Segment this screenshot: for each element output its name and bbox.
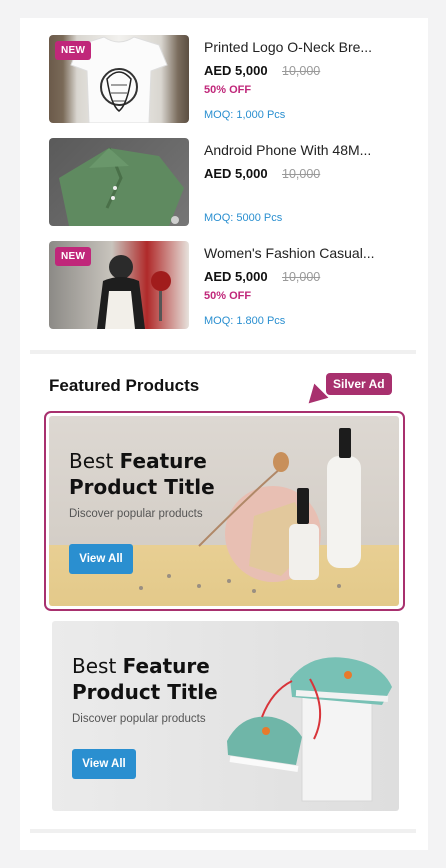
- product-old-price: 10,000: [282, 167, 321, 181]
- moq-label: MOQ: 5000 Pcs: [204, 212, 283, 224]
- section-divider: [30, 829, 416, 833]
- product-price: AED 5,000: [204, 63, 268, 78]
- view-all-button[interactable]: View All: [69, 544, 133, 574]
- product-image-woman[interactable]: NEW: [49, 241, 189, 329]
- product-old-price: 10,000: [282, 270, 321, 284]
- polo-graphic: [59, 147, 184, 226]
- new-badge: NEW: [55, 247, 92, 266]
- new-badge: NEW: [55, 41, 92, 60]
- product-price: AED 5,000: [204, 269, 268, 284]
- product-title[interactable]: Printed Logo O-Neck Bre...: [204, 39, 399, 55]
- product-item[interactable]: NEW Printed Logo O-Neck Bre... AED 5,000…: [49, 35, 399, 125]
- view-all-button[interactable]: View All: [72, 749, 136, 779]
- product-old-price: 10,000: [282, 64, 321, 78]
- banner-title-line2: Product Title: [72, 680, 218, 704]
- silver-ad-badge: Silver Ad: [326, 373, 392, 395]
- product-image-tshirt[interactable]: NEW: [49, 35, 189, 123]
- section-divider: [30, 350, 416, 354]
- banner-title: Best Feature: [72, 654, 210, 678]
- product-image-polo[interactable]: [49, 138, 189, 226]
- moq-label: MOQ: 1.800 Pcs: [204, 315, 286, 327]
- product-item[interactable]: Android Phone With 48M... AED 5,000 10,0…: [49, 138, 399, 228]
- moq-label: MOQ: 1,000 Pcs: [204, 109, 286, 121]
- product-title[interactable]: Android Phone With 48M...: [204, 142, 399, 158]
- product-item[interactable]: NEW Women's Fashion Casual... AED 5,000 …: [49, 241, 399, 331]
- discount-label: 50% OFF: [204, 290, 252, 302]
- discount-label: 50% OFF: [204, 84, 252, 96]
- banner-subtitle: Discover popular products: [69, 508, 203, 520]
- section-title: Featured Products: [49, 376, 200, 395]
- product-price: AED 5,000: [204, 166, 268, 181]
- product-title[interactable]: Women's Fashion Casual...: [204, 245, 399, 261]
- featured-banner[interactable]: Best Feature Product Title Discover popu…: [49, 416, 399, 606]
- banner-title-line2: Product Title: [69, 475, 215, 499]
- featured-banner[interactable]: Best Feature Product Title Discover popu…: [52, 621, 399, 811]
- banner-title: Best Feature: [69, 449, 207, 473]
- banner-subtitle: Discover popular products: [72, 713, 206, 725]
